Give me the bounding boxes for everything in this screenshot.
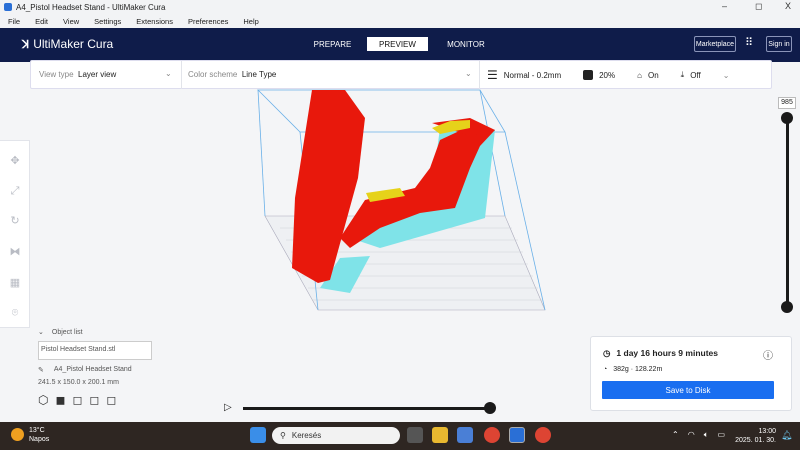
layer-slider-track[interactable] xyxy=(786,118,789,308)
ultimaker-logo-icon: ꓘ xyxy=(22,38,30,51)
tool-panel: ✥ ⤢ ↻ ⧓ ▦ ⌾ xyxy=(0,140,30,328)
left-view-icon[interactable]: ◻ xyxy=(89,393,99,407)
volume-icon: 🔈︎ xyxy=(703,430,709,439)
spool-icon: ◔ xyxy=(603,366,608,373)
apps-grid-icon[interactable]: ⠿ xyxy=(745,38,757,50)
search-icon: ⚲ xyxy=(280,431,286,440)
support-blocker-icon[interactable]: ⌾ xyxy=(9,307,21,319)
layer-slider-top-handle[interactable] xyxy=(781,112,793,124)
maximize-button[interactable]: ◻ xyxy=(755,1,762,12)
menu-extensions[interactable]: Extensions xyxy=(136,17,173,26)
clock[interactable]: 13:00 2025. 01. 30. xyxy=(728,427,776,445)
path-slider-track[interactable] xyxy=(243,407,490,410)
front-view-icon[interactable]: ◼ xyxy=(55,393,65,407)
title-bar: A4_Pistol Headset Stand - UltiMaker Cura… xyxy=(0,0,800,14)
app-icon xyxy=(4,3,12,11)
view-type-selector[interactable]: View type Layer view xyxy=(39,70,116,79)
object-panel: ⌄ Object list Pistol Headset Stand.stl ✎ A… xyxy=(38,328,198,407)
weather-icon[interactable] xyxy=(11,428,24,441)
right-view-icon[interactable]: ◻ xyxy=(106,393,116,407)
print-estimate-panel: ◷ 1 day 16 hours 9 minutes ⓘ ◔ 382g · 128.… xyxy=(590,336,792,411)
logo: ꓘ UltiMaker Cura xyxy=(22,37,114,51)
object-list-toggle[interactable]: ⌄ Object list xyxy=(38,328,198,337)
3d-view-icon[interactable]: ⬡ xyxy=(38,393,48,407)
print-time: ◷ 1 day 16 hours 9 minutes xyxy=(603,348,718,358)
chrome-icon[interactable] xyxy=(484,427,500,443)
adhesion-icon: ⤓ xyxy=(680,70,685,79)
chevron-down-icon: ⌄ xyxy=(465,69,472,78)
chevron-up-icon: ⌃ xyxy=(672,430,679,439)
rotate-tool-icon[interactable]: ↻ xyxy=(9,215,21,227)
close-button[interactable]: X xyxy=(785,1,791,11)
job-name[interactable]: ✎ A4_Pistol Headset Stand xyxy=(38,366,198,374)
battery-icon: ▭ xyxy=(717,430,726,439)
taskbar-search[interactable]: ⚲ Keresés xyxy=(272,427,400,444)
tab-monitor[interactable]: MONITOR xyxy=(440,37,492,51)
object-list-item[interactable]: Pistol Headset Stand.stl xyxy=(38,341,152,360)
marketplace-button[interactable]: Marketplace xyxy=(694,36,736,52)
mirror-tool-icon[interactable]: ⧓ xyxy=(9,246,21,258)
notification-bell-icon[interactable]: 🔔︎ xyxy=(781,430,792,441)
sign-in-button[interactable]: Sign in xyxy=(766,36,792,52)
camera-view-buttons: ⬡ ◼ ◻ ◻ ◻ xyxy=(38,393,198,407)
clock-icon: ◷ xyxy=(603,348,611,358)
scale-tool-icon[interactable]: ⤢ xyxy=(9,185,21,197)
print-settings-button[interactable]: ☰ Normal - 0.2mm 20% ⌂ On ⤓ Off ⌄ xyxy=(487,68,767,82)
infill-icon xyxy=(583,70,594,80)
window-title: A4_Pistol Headset Stand - UltiMaker Cura xyxy=(16,2,166,12)
chevron-down-icon: ⌄ xyxy=(722,70,730,80)
store-icon[interactable] xyxy=(457,427,473,443)
weather-widget[interactable]: 13°C Napos xyxy=(29,426,49,444)
menu-settings[interactable]: Settings xyxy=(94,17,121,26)
top-view-icon[interactable]: ◻ xyxy=(72,393,82,407)
tab-preview[interactable]: PREVIEW xyxy=(367,37,428,51)
menu-view[interactable]: View xyxy=(63,17,79,26)
layer-slider-bottom-handle[interactable] xyxy=(781,301,793,313)
menu-file[interactable]: File xyxy=(8,17,20,26)
object-dimensions: 241.5 x 150.0 x 200.1 mm xyxy=(38,379,119,386)
material-estimate: ◔ 382g · 128.22m xyxy=(603,366,663,373)
support-icon: ⌂ xyxy=(637,70,642,80)
file-explorer-icon[interactable] xyxy=(432,427,448,443)
settings-sliders-icon: ☰ xyxy=(487,68,498,82)
menu-edit[interactable]: Edit xyxy=(35,17,48,26)
layer-number-input[interactable]: 985 xyxy=(778,97,796,109)
system-tray[interactable]: ⌃ ◠ 🔈︎ ▭ xyxy=(672,430,725,440)
chevron-down-icon: ⌄ xyxy=(38,329,44,336)
cura-taskbar-icon[interactable] xyxy=(509,427,525,443)
menu-bar: File Edit View Settings Extensions Prefe… xyxy=(0,14,800,28)
view-toolbar: View type Layer view ⌄ Color scheme Line… xyxy=(30,60,772,89)
chrome-profile-icon[interactable] xyxy=(535,427,551,443)
play-button[interactable]: ▷ xyxy=(224,402,232,413)
move-tool-icon[interactable]: ✥ xyxy=(9,155,21,167)
wifi-icon: ◠ xyxy=(687,430,695,439)
per-model-settings-icon[interactable]: ▦ xyxy=(9,277,21,289)
menu-help[interactable]: Help xyxy=(243,17,258,26)
minimize-button[interactable]: – xyxy=(722,1,727,11)
save-to-disk-button[interactable]: Save to Disk xyxy=(602,381,774,399)
start-button[interactable] xyxy=(250,427,266,443)
tab-prepare[interactable]: PREPARE xyxy=(305,37,360,51)
pencil-icon: ✎ xyxy=(38,367,44,374)
path-slider-handle[interactable] xyxy=(484,402,496,414)
info-icon[interactable]: ⓘ xyxy=(763,347,773,362)
chevron-down-icon: ⌄ xyxy=(165,69,172,78)
menu-preferences[interactable]: Preferences xyxy=(188,17,228,26)
task-view-icon[interactable] xyxy=(407,427,423,443)
color-scheme-selector[interactable]: Color scheme Line Type xyxy=(188,70,276,79)
